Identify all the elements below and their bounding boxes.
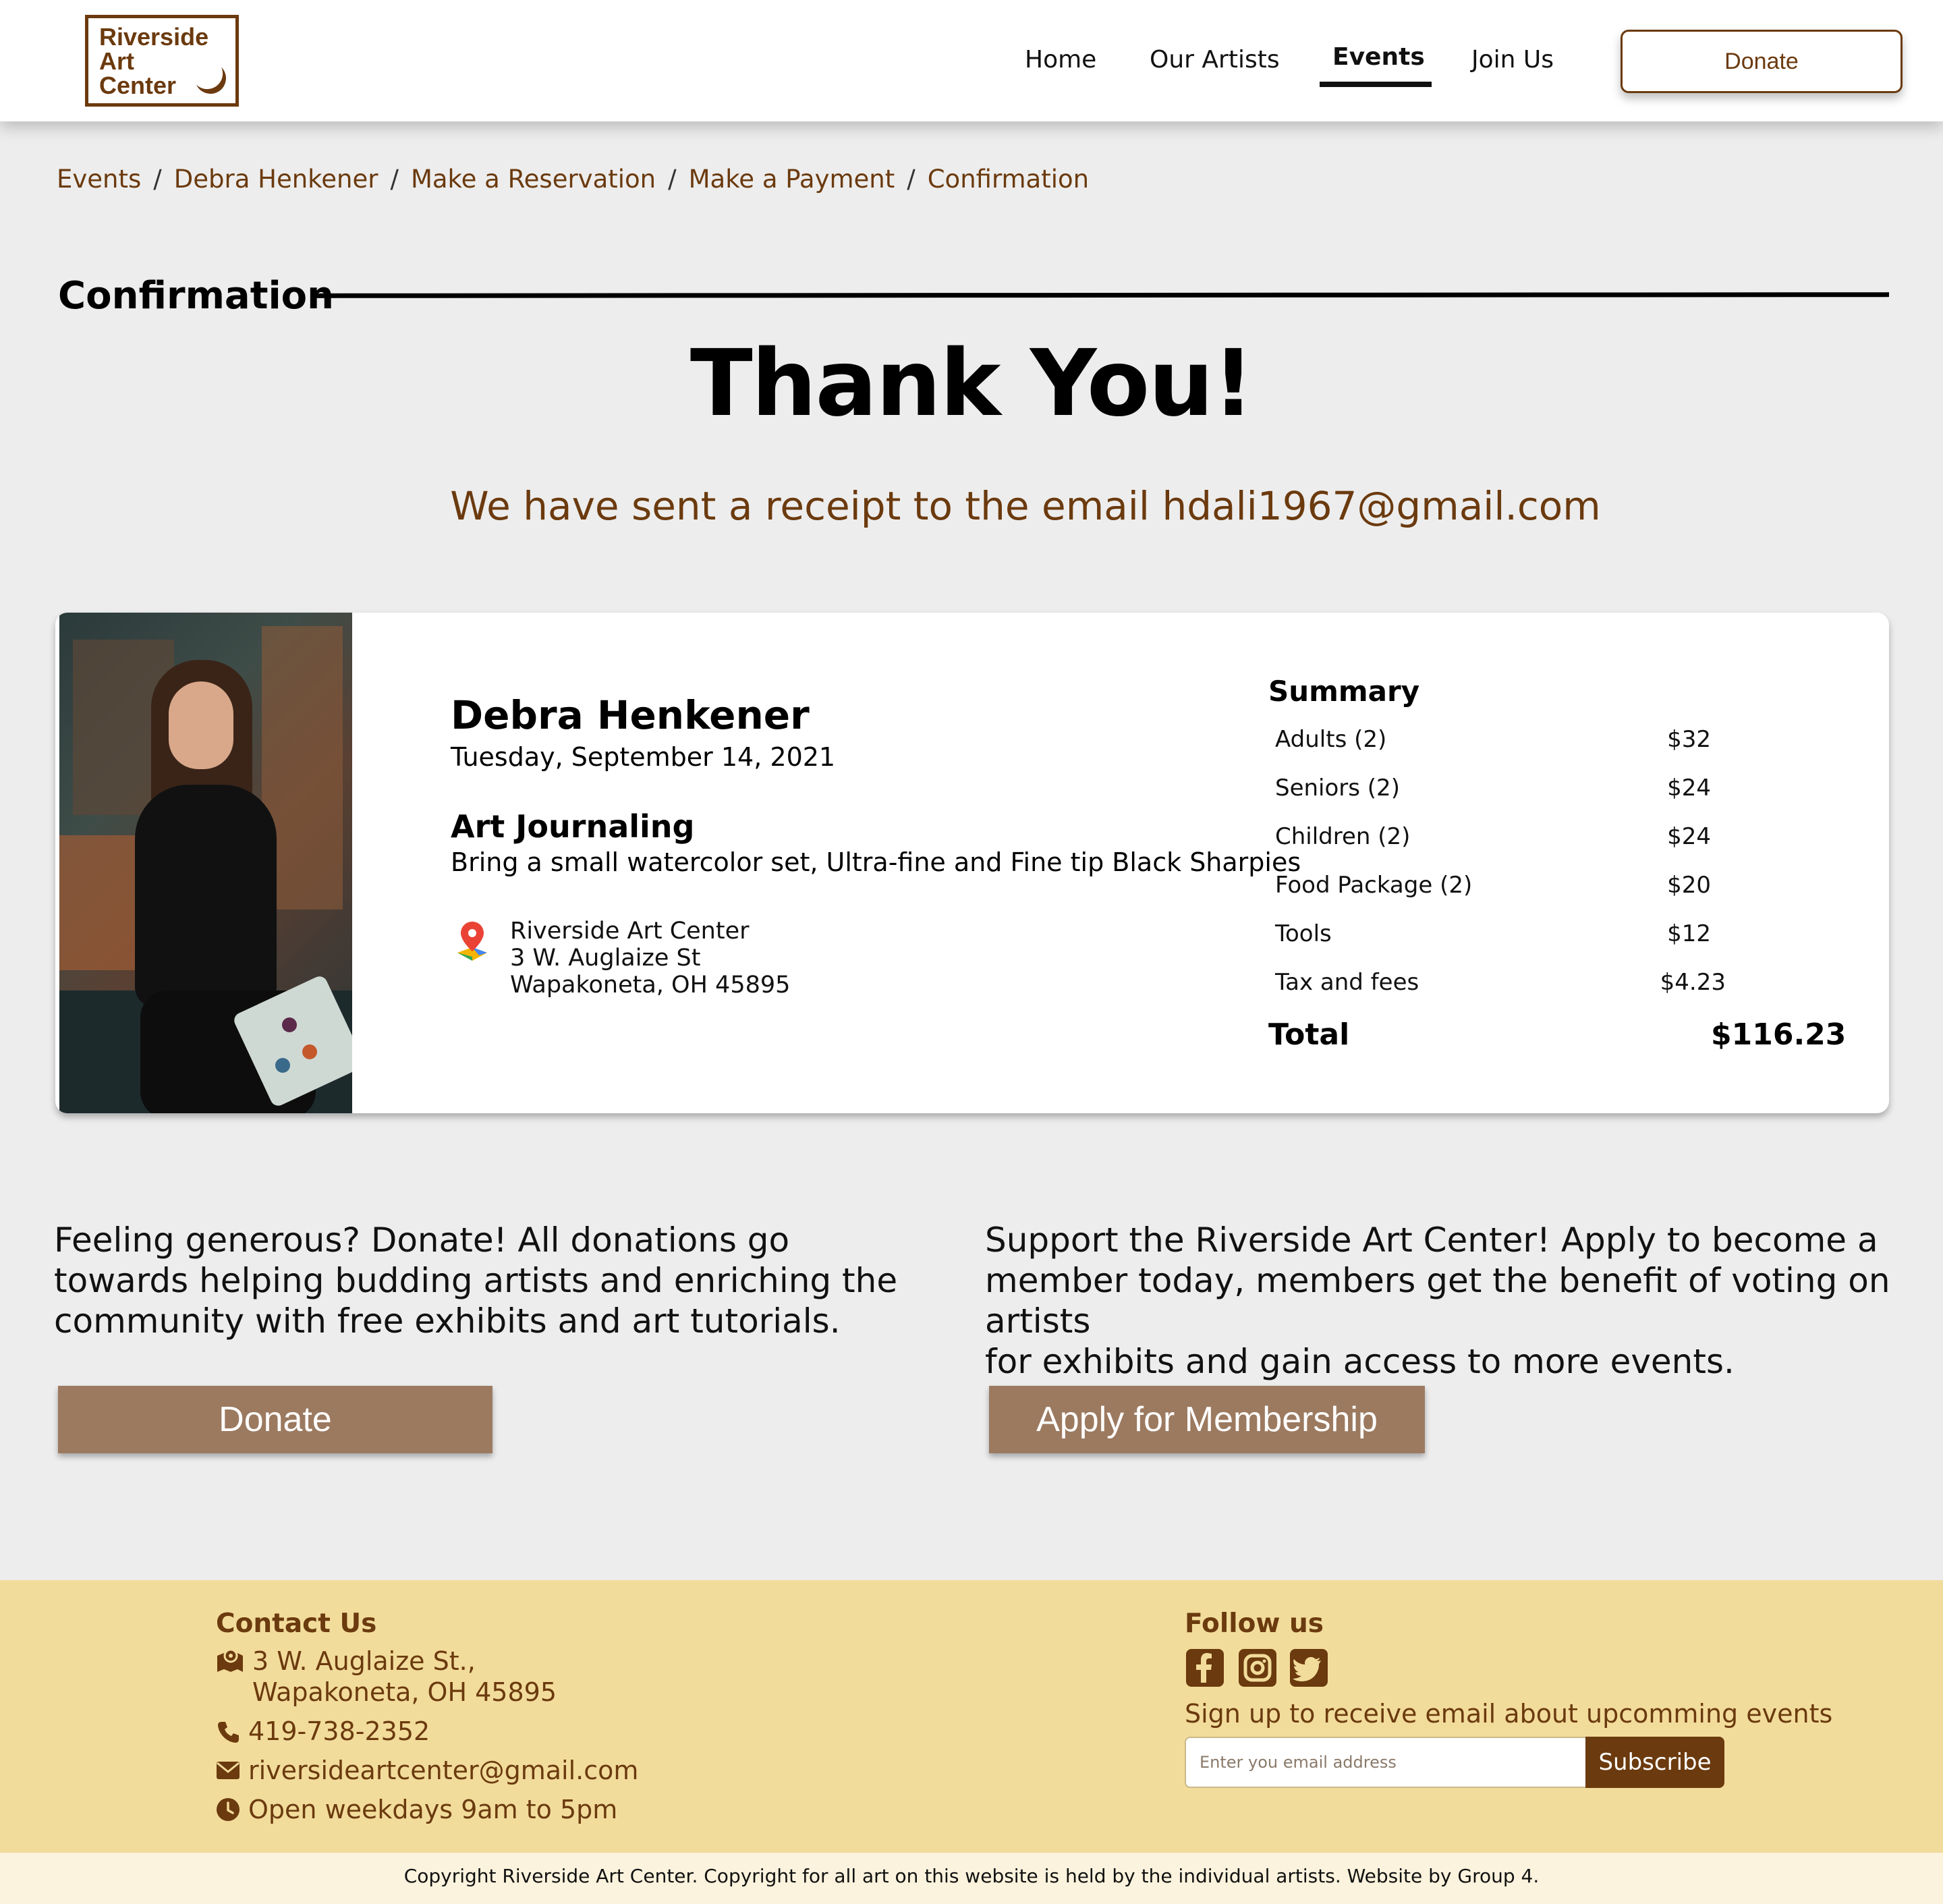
breadcrumb-reservation[interactable]: Make a Reservation [411, 165, 656, 194]
top-navbar: Riverside Art Center Home Our Artists Ev… [0, 0, 1943, 121]
membership-pitch-line: for exhibits and gain access to more eve… [985, 1342, 1735, 1381]
follow-us-heading: Follow us [1185, 1608, 1324, 1639]
membership-pitch-line: member today, members get the benefit of… [985, 1261, 1890, 1341]
site-logo[interactable]: Riverside Art Center [85, 15, 239, 107]
total-amount: $116.23 [1711, 1017, 1847, 1052]
breadcrumb-separator: / [390, 165, 399, 194]
breadcrumb-separator: / [907, 165, 916, 194]
summary-row: Food Package (2) $20 [1275, 872, 1815, 899]
summary-label: Tax and fees [1275, 969, 1419, 996]
summary-row: Seniors (2) $24 [1275, 775, 1815, 802]
summary-total-row: Total $116.23 [1268, 1017, 1876, 1052]
venue-street: 3 W. Auglaize St [510, 945, 701, 972]
footer-email[interactable]: riversideartcenter@gmail.com [248, 1756, 638, 1785]
copyright-text: Copyright Riverside Art Center. Copyrigh… [403, 1865, 1540, 1887]
venue-city: Wapakoneta, OH 45895 [510, 972, 791, 999]
donate-button[interactable]: Donate [58, 1386, 492, 1453]
breadcrumb-events[interactable]: Events [57, 165, 141, 194]
breadcrumb-artist[interactable]: Debra Henkener [174, 165, 378, 194]
summary-label: Tools [1275, 920, 1332, 947]
phone-icon [218, 1722, 239, 1743]
breadcrumb-separator: / [153, 165, 162, 194]
footer-hours: Open weekdays 9am to 5pm [248, 1795, 618, 1824]
newsletter-email-input[interactable] [1185, 1737, 1585, 1788]
map-address-icon [217, 1649, 243, 1672]
summary-label: Food Package (2) [1275, 872, 1473, 899]
nav-join-us[interactable]: Join Us [1471, 46, 1554, 74]
summary-row: Tax and fees $4.23 [1275, 969, 1815, 996]
venue-address: Riverside Art Center 3 W. Auglaize St Wa… [510, 918, 790, 999]
summary-label: Adults (2) [1275, 726, 1387, 753]
logo-line-1: Riverside [99, 23, 209, 51]
donate-pitch-line: Feeling generous? Donate! All donations … [54, 1221, 790, 1260]
event-artist-name: Debra Henkener [451, 692, 810, 738]
event-card: Debra Henkener Tuesday, September 14, 20… [55, 613, 1889, 1113]
map-pin-icon [457, 922, 487, 961]
summary-label: Seniors (2) [1275, 775, 1400, 802]
footer-address-line1: 3 W. Auglaize St., [252, 1646, 476, 1676]
summary-amount: $24 [1667, 775, 1711, 802]
summary-title: Summary [1268, 675, 1420, 708]
summary-amount: $20 [1667, 872, 1711, 899]
twitter-icon[interactable] [1290, 1649, 1328, 1687]
nav-active-indicator [1320, 82, 1432, 87]
breadcrumb-payment[interactable]: Make a Payment [689, 165, 895, 194]
total-label: Total [1268, 1017, 1350, 1052]
donate-pitch-line: towards helping budding artists and enri… [54, 1261, 898, 1300]
receipt-message: We have sent a receipt to the email hdal… [450, 483, 1601, 529]
footer-phone[interactable]: 419-738-2352 [248, 1716, 430, 1746]
thank-you-heading: Thank You! [689, 331, 1254, 437]
summary-amount: $12 [1667, 920, 1711, 947]
footer-address-line2: Wapakoneta, OH 45895 [252, 1677, 557, 1707]
membership-pitch-line: Support the Riverside Art Center! Apply … [985, 1221, 1878, 1260]
newsletter-signup-text: Sign up to receive email about upcomming… [1185, 1699, 1833, 1729]
nav-donate-button[interactable]: Donate [1621, 30, 1903, 93]
section-divider [315, 292, 1890, 298]
nav-home[interactable]: Home [1025, 46, 1096, 74]
artist-photo [59, 613, 352, 1113]
contact-us-heading: Contact Us [216, 1608, 377, 1639]
summary-amount: $24 [1667, 823, 1711, 850]
summary-amount: $4.23 [1660, 969, 1726, 996]
breadcrumb-confirmation[interactable]: Confirmation [928, 165, 1089, 194]
donate-pitch-line: community with free exhibits and art tut… [54, 1301, 841, 1341]
event-class-name: Art Journaling [451, 808, 695, 845]
event-date: Tuesday, September 14, 2021 [451, 742, 836, 772]
donate-pitch: Feeling generous? Donate! All donations … [54, 1220, 897, 1341]
instagram-icon[interactable] [1239, 1649, 1276, 1687]
breadcrumb: Events / Debra Henkener / Make a Reservation… [57, 165, 1089, 194]
summary-row: Tools $12 [1275, 920, 1815, 947]
nav-our-artists[interactable]: Our Artists [1150, 46, 1280, 74]
apply-membership-button[interactable]: Apply for Membership [989, 1386, 1425, 1453]
facebook-icon[interactable] [1186, 1649, 1224, 1687]
envelope-icon [217, 1762, 240, 1779]
summary-row: Adults (2) $32 [1275, 726, 1815, 753]
clock-icon [217, 1798, 240, 1821]
summary-label: Children (2) [1275, 823, 1411, 850]
summary-row: Children (2) $24 [1275, 823, 1815, 850]
subscribe-button[interactable]: Subscribe [1585, 1737, 1724, 1788]
summary-amount: $32 [1667, 726, 1711, 753]
section-title: Confirmation [58, 274, 335, 318]
membership-pitch: Support the Riverside Art Center! Apply … [985, 1220, 1943, 1382]
breadcrumb-separator: / [668, 165, 677, 194]
event-class-description: Bring a small watercolor set, Ultra-fine… [451, 847, 1301, 877]
nav-events[interactable]: Events [1332, 43, 1425, 71]
venue-name: Riverside Art Center [510, 918, 750, 945]
